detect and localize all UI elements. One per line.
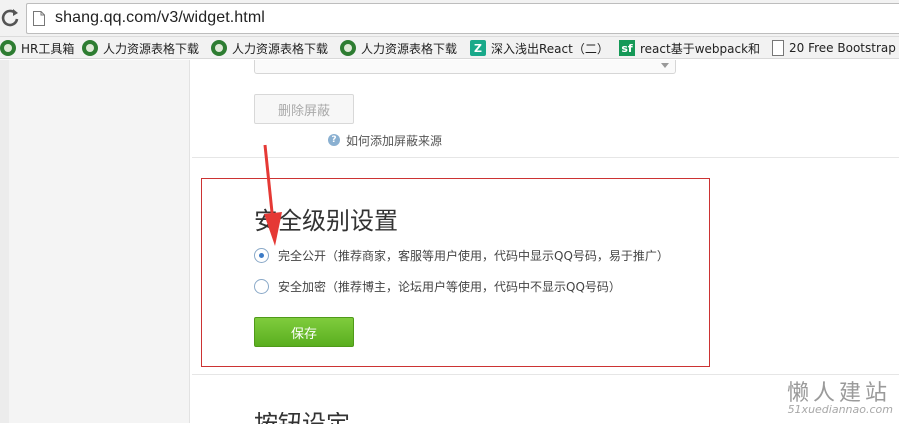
bookmark-item[interactable]: 人力资源表格下载 — [82, 39, 199, 57]
option-public-label: 完全公开（推荐商家，客服等用户使用，代码中显示QQ号码，易于推广） — [278, 249, 669, 263]
bookmark-item[interactable]: 20 Free Bootstrap — [770, 39, 896, 57]
save-button[interactable]: 保存 — [254, 317, 354, 347]
url-field[interactable]: shang.qq.com/v3/widget.html — [26, 3, 899, 34]
option-encrypted-label: 安全加密（推荐博主，论坛用户等使用，代码中不显示QQ号码） — [278, 280, 621, 294]
bookmark-label: 深入浅出React（二） — [491, 41, 609, 56]
help-link[interactable]: 如何添加屏蔽来源 — [346, 132, 442, 149]
url-text: shang.qq.com/v3/widget.html — [55, 9, 265, 26]
leaf-icon — [340, 40, 356, 56]
document-icon — [772, 40, 784, 56]
source-select[interactable] — [254, 60, 676, 74]
bookmark-label: 人力资源表格下载 — [103, 41, 200, 56]
address-bar: shang.qq.com/v3/widget.html — [0, 0, 899, 37]
radio-public[interactable] — [254, 248, 269, 263]
bookmark-item[interactable]: sf react基于webpack和 — [619, 39, 760, 57]
bookmark-item[interactable]: 人力资源表格下载 — [340, 39, 457, 57]
leaf-icon — [211, 40, 227, 56]
bookmark-item[interactable]: HR工具箱 — [0, 39, 74, 57]
bookmark-item[interactable]: Z 深入浅出React（二） — [470, 39, 609, 57]
bookmark-label: HR工具箱 — [21, 41, 75, 56]
option-public[interactable]: 完全公开（推荐商家，客服等用户使用，代码中显示QQ号码，易于推广） — [254, 247, 669, 264]
left-edge-strip — [0, 60, 9, 423]
security-section-title: 安全级别设置 — [254, 207, 398, 235]
chevron-down-icon — [661, 63, 669, 68]
watermark-subtitle: 51xuediannao.com — [787, 403, 893, 416]
divider — [192, 157, 899, 158]
bookmark-label: 人力资源表格下载 — [232, 41, 329, 56]
left-sidebar — [0, 60, 190, 423]
remove-block-button[interactable]: 删除屏蔽 — [254, 94, 354, 124]
page-icon — [33, 11, 45, 26]
bookmark-label: react基于webpack和 — [640, 41, 761, 56]
help-icon: ? — [328, 134, 340, 146]
option-encrypted[interactable]: 安全加密（推荐博主，论坛用户等使用，代码中不显示QQ号码） — [254, 278, 621, 295]
site-z-icon: Z — [470, 40, 486, 56]
leaf-icon — [82, 40, 98, 56]
bookmark-label: 人力资源表格下载 — [361, 41, 458, 56]
bookmark-label: 20 Free Bootstrap — [789, 41, 896, 55]
sf-icon: sf — [619, 40, 635, 56]
next-section-title: 按钮设定 — [254, 412, 350, 424]
leaf-icon — [0, 40, 16, 56]
bookmark-item[interactable]: 人力资源表格下载 — [211, 39, 328, 57]
reload-icon[interactable] — [0, 7, 22, 29]
bookmarks-bar: HR工具箱 人力资源表格下载 人力资源表格下载 人力资源表格下载 Z 深入浅出R… — [0, 37, 899, 59]
watermark: 懒人建站 51xuediannao.com — [740, 375, 899, 423]
radio-encrypted[interactable] — [254, 279, 269, 294]
